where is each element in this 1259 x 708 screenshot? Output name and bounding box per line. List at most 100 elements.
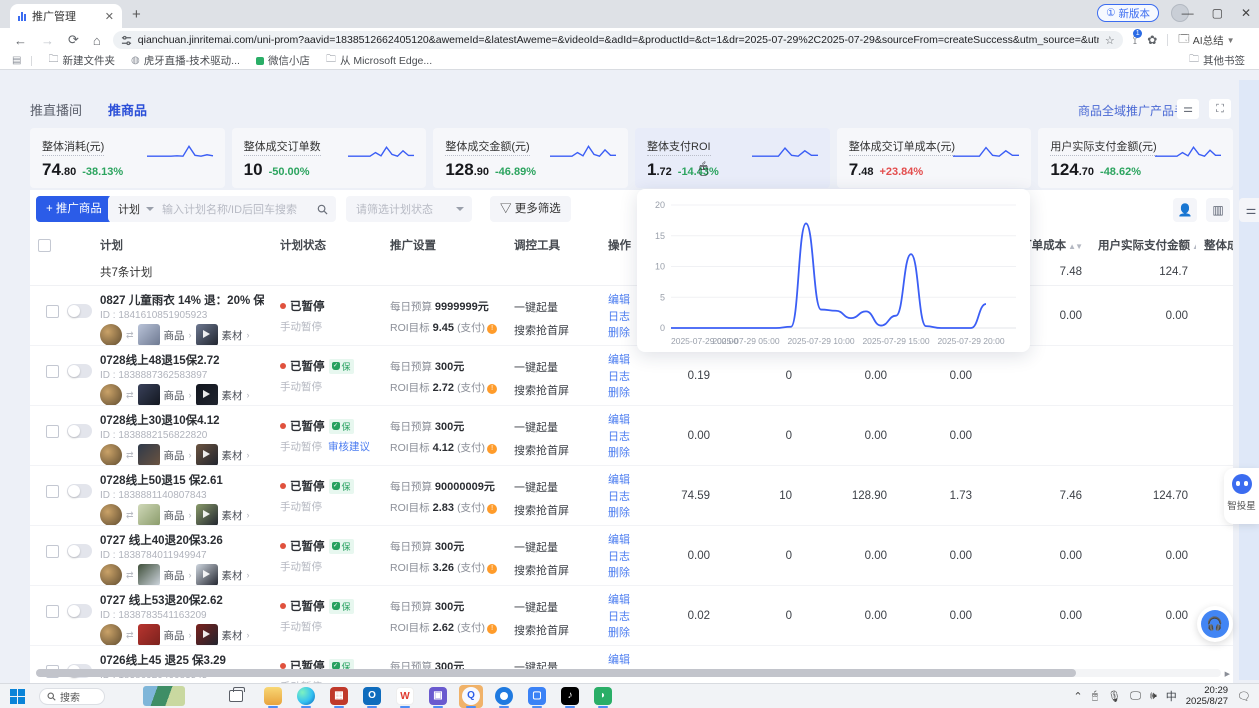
delete-link[interactable]: 删除 — [608, 626, 652, 642]
scroll-right-arrow-icon[interactable]: ▶ — [1225, 670, 1230, 678]
plan-enable-toggle[interactable] — [67, 364, 92, 378]
plan-enable-toggle[interactable] — [67, 604, 92, 618]
forward-button[interactable]: → — [41, 33, 54, 48]
row-checkbox[interactable] — [46, 485, 59, 498]
new-tab-button[interactable]: + — [132, 7, 141, 22]
promote-product-button[interactable]: + 推广商品 — [36, 196, 112, 222]
taskbar-app-pc-manager[interactable]: ▢ — [525, 685, 549, 708]
metric-card-5[interactable]: 用户实际支付金额(元)124.70-48.62% — [1038, 128, 1233, 188]
home-button[interactable]: ⌂ — [93, 33, 101, 48]
side-panel-icon[interactable]: ▤ — [12, 55, 21, 66]
row-checkbox[interactable] — [46, 425, 59, 438]
material-link[interactable]: 素材 — [222, 388, 243, 403]
window-maximize-button[interactable]: ▢ — [1212, 6, 1223, 20]
search-topview-link[interactable]: 搜索抢首屏 — [514, 502, 592, 518]
product-link[interactable]: 商品 — [164, 448, 185, 463]
taskbar-app-douyin[interactable]: ♪ — [558, 685, 582, 708]
edit-link[interactable]: 编辑 — [608, 533, 652, 549]
warning-icon[interactable]: ! — [487, 624, 497, 634]
one-key-boost-link[interactable]: 一键起量 — [514, 359, 592, 375]
zhitouxing-assistant-widget[interactable]: 智投星 — [1224, 468, 1259, 524]
product-thumbnail[interactable] — [138, 324, 160, 345]
taskbar-clock[interactable]: 20:29 2025/8/27 — [1186, 685, 1228, 707]
more-filters-button[interactable]: ▽ 更多筛选 — [490, 196, 571, 222]
search-topview-link[interactable]: 搜索抢首屏 — [514, 322, 592, 338]
page-tab-liveroom[interactable]: 推直播间 — [30, 100, 82, 119]
taskbar-app-wps-office[interactable]: W — [393, 685, 417, 708]
product-link[interactable]: 商品 — [164, 328, 185, 343]
columns-icon[interactable]: ▥ — [1206, 198, 1230, 222]
material-link[interactable]: 素材 — [222, 628, 243, 643]
metric-card-4[interactable]: 整体成交订单成本(元)7.48+23.84% — [837, 128, 1032, 188]
back-button[interactable]: ← — [14, 33, 27, 48]
product-link[interactable]: 商品 — [164, 628, 185, 643]
plan-enable-toggle[interactable] — [67, 484, 92, 498]
plan-enable-toggle[interactable] — [67, 544, 92, 558]
taskbar-app-qianchuan-browser[interactable]: Q — [459, 685, 483, 708]
widgets-weather-thumbnail[interactable] — [143, 686, 185, 706]
audience-icon[interactable]: 👤 — [1173, 198, 1197, 222]
product-thumbnail[interactable] — [138, 444, 160, 465]
volume-icon[interactable]: 🕪 — [1150, 690, 1157, 703]
advertiser-avatar[interactable] — [100, 324, 122, 345]
taskbar-app-file-explorer[interactable] — [261, 685, 285, 708]
taskbar-app-remote-app[interactable]: ▣ — [426, 685, 450, 708]
material-thumbnail[interactable] — [196, 564, 218, 585]
material-thumbnail[interactable] — [196, 444, 218, 465]
delete-link[interactable]: 删除 — [608, 506, 652, 522]
material-link[interactable]: 素材 — [222, 508, 243, 523]
taskbar-app-blue-circle-app[interactable] — [492, 685, 516, 708]
page-tab-products[interactable]: 推商品 — [108, 100, 147, 119]
log-link[interactable]: 日志 — [608, 430, 652, 446]
horizontal-scrollbar[interactable]: ▶ — [36, 669, 1221, 677]
one-key-boost-link[interactable]: 一键起量 — [514, 479, 592, 495]
warning-icon[interactable]: ! — [487, 564, 497, 574]
bookmark-star-icon[interactable]: ☆ — [1105, 34, 1115, 47]
product-thumbnail[interactable] — [138, 384, 160, 405]
search-topview-link[interactable]: 搜索抢首屏 — [514, 562, 592, 578]
microphone-icon[interactable]: 🎙 — [1107, 690, 1121, 703]
warning-icon[interactable]: ! — [487, 444, 497, 454]
product-thumbnail[interactable] — [138, 624, 160, 645]
advertiser-avatar[interactable] — [100, 504, 122, 525]
edit-link[interactable]: 编辑 — [608, 473, 652, 489]
metric-card-0[interactable]: 整体消耗(元)74.80-38.13% — [30, 128, 225, 188]
display-cast-icon[interactable]: 🖵 — [1130, 690, 1141, 703]
row-checkbox[interactable] — [46, 605, 59, 618]
product-link[interactable]: 商品 — [164, 568, 185, 583]
material-thumbnail[interactable] — [196, 624, 218, 645]
product-thumbnail[interactable] — [138, 564, 160, 585]
taskbar-app-edge-browser[interactable] — [294, 685, 318, 708]
material-thumbnail[interactable] — [196, 384, 218, 405]
extensions-icon[interactable]: ✿ — [1147, 33, 1157, 47]
table-settings-icon[interactable]: ⚌ — [1239, 198, 1259, 222]
advertiser-avatar[interactable] — [100, 564, 122, 585]
window-minimize-button[interactable]: — — [1182, 6, 1194, 20]
material-link[interactable]: 素材 — [222, 448, 243, 463]
edit-link[interactable]: 编辑 — [608, 413, 652, 429]
start-button[interactable] — [10, 689, 25, 704]
row-checkbox[interactable] — [46, 305, 59, 318]
edit-link[interactable]: 编辑 — [608, 593, 652, 609]
warning-icon[interactable]: ! — [487, 384, 497, 394]
other-bookmarks-button[interactable]: 🗀 其他书签 — [1189, 52, 1245, 69]
select-all-checkbox[interactable] — [38, 239, 51, 252]
search-topview-link[interactable]: 搜索抢首屏 — [514, 442, 592, 458]
ime-indicator[interactable]: 中 — [1166, 688, 1177, 704]
scrollbar-thumb[interactable] — [36, 669, 1076, 677]
search-topview-link[interactable]: 搜索抢首屏 — [514, 382, 592, 398]
log-link[interactable]: 日志 — [608, 370, 652, 386]
edit-link[interactable]: 编辑 — [608, 353, 652, 369]
log-link[interactable]: 日志 — [608, 490, 652, 506]
edit-link[interactable]: 编辑 — [608, 653, 652, 669]
bookmark-item[interactable]: 微信小店 — [256, 52, 310, 69]
browser-tab[interactable]: 推广管理 ✕ — [10, 4, 122, 28]
search-topview-link[interactable]: 搜索抢首屏 — [514, 622, 592, 638]
search-icon[interactable] — [317, 204, 328, 215]
search-type-select[interactable]: 计划 — [108, 201, 146, 217]
material-thumbnail[interactable] — [196, 504, 218, 525]
task-view-icon[interactable] — [229, 690, 243, 702]
advertiser-avatar[interactable] — [100, 444, 122, 465]
bookmark-item[interactable]: 🗀新建文件夹 — [48, 52, 115, 69]
row-checkbox[interactable] — [46, 365, 59, 378]
